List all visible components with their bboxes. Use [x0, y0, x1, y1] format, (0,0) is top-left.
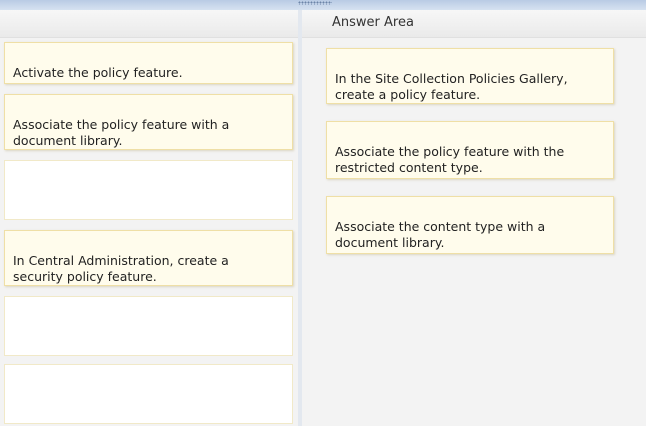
source-item-label: Activate the policy feature. — [13, 65, 183, 80]
source-item-label: Associate the policy feature with a docu… — [13, 117, 230, 148]
window-top-strip — [0, 0, 646, 10]
resize-grip-icon[interactable] — [298, 1, 332, 5]
answer-area-title: Answer Area — [332, 15, 414, 30]
answer-item-label: Associate the content type with a docume… — [335, 219, 546, 250]
answer-area-panel: Answer Area In the Site Collection Polic… — [302, 10, 646, 426]
answer-item-create-policy[interactable]: In the Site Collection Policies Gallery,… — [326, 48, 614, 104]
empty-choice-slot[interactable] — [4, 296, 293, 356]
answer-area-header: Answer Area — [302, 10, 646, 38]
choices-panel-header — [0, 10, 298, 38]
source-item-label: In Central Administration, create a secu… — [13, 253, 229, 284]
answer-item-label: In the Site Collection Policies Gallery,… — [335, 71, 568, 102]
empty-choice-slot[interactable] — [4, 160, 293, 220]
choices-panel: Activate the policy feature. Associate t… — [0, 10, 298, 426]
answer-item-associate-content-type[interactable]: Associate the policy feature with the re… — [326, 121, 614, 179]
source-item-central-admin[interactable]: In Central Administration, create a secu… — [4, 230, 293, 286]
source-item-associate-library[interactable]: Associate the policy feature with a docu… — [4, 94, 293, 150]
source-item-activate-policy[interactable]: Activate the policy feature. — [4, 42, 293, 84]
empty-choice-slot[interactable] — [4, 364, 293, 424]
answer-item-label: Associate the policy feature with the re… — [335, 144, 565, 175]
answer-item-associate-library[interactable]: Associate the content type with a docume… — [326, 196, 614, 254]
